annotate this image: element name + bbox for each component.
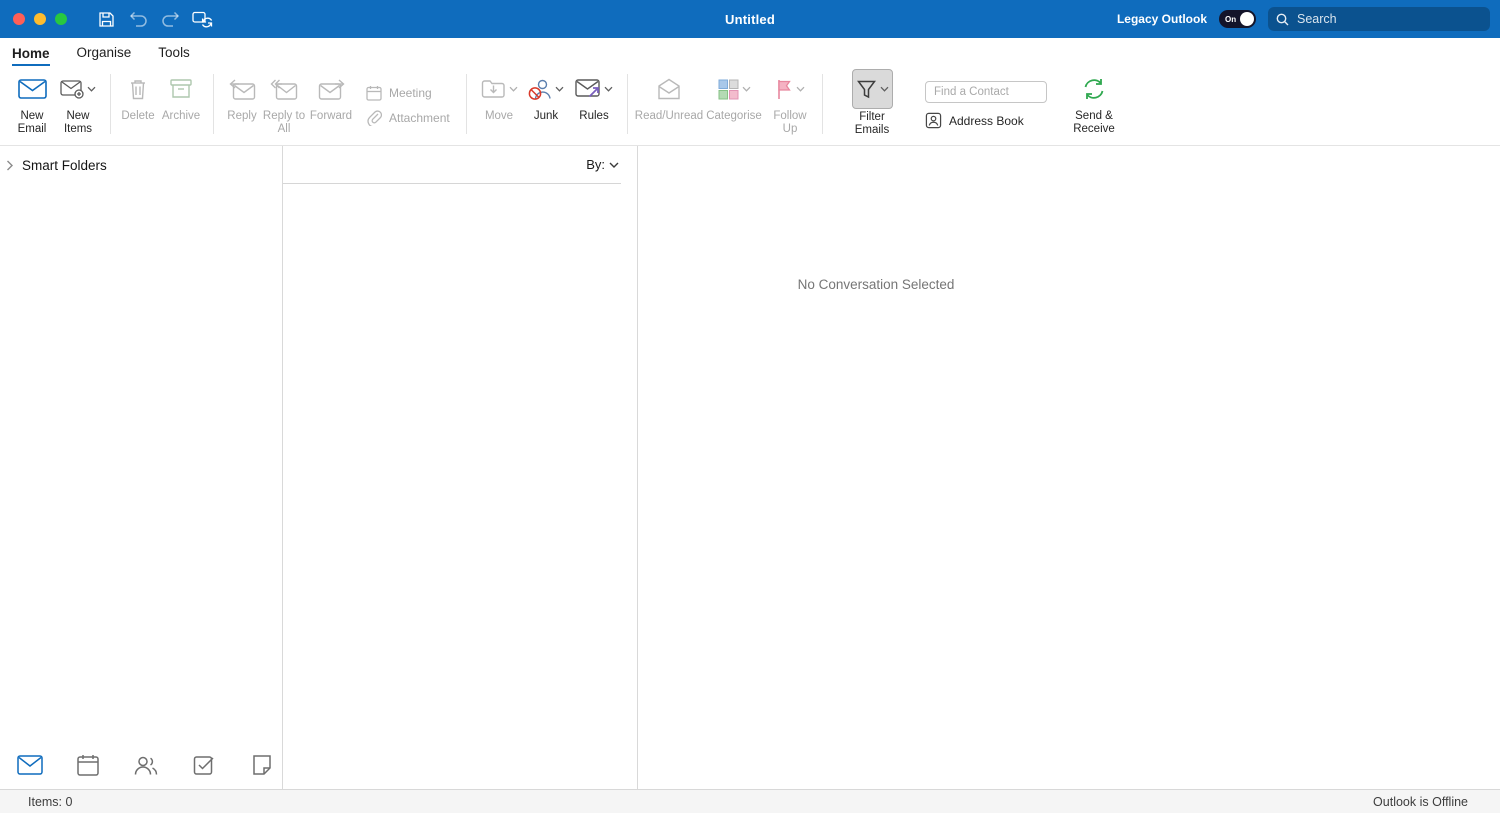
- tab-organise[interactable]: Organise: [77, 45, 132, 66]
- message-list-pane: By:: [283, 146, 637, 789]
- categorise-icon: [718, 79, 739, 100]
- rules-button[interactable]: Rules: [569, 70, 619, 123]
- items-count: Items: 0: [28, 794, 73, 809]
- chevron-right-icon[interactable]: [6, 160, 13, 171]
- titlebar: Untitled Legacy Outlook On: [0, 0, 1500, 38]
- move-icon: [481, 79, 506, 99]
- search-icon: [1276, 13, 1289, 26]
- send-receive-icon: [1081, 77, 1107, 101]
- find-contact-input[interactable]: [925, 81, 1047, 103]
- mail-icon[interactable]: [17, 753, 43, 777]
- meeting-button[interactable]: Meeting: [366, 85, 458, 101]
- delete-button[interactable]: Delete: [119, 70, 157, 123]
- chevron-down-icon: [609, 162, 619, 168]
- traffic-lights: [0, 13, 67, 25]
- archive-icon: [170, 79, 192, 99]
- toggle-knob: [1240, 12, 1254, 26]
- chevron-down-icon[interactable]: [742, 86, 751, 92]
- titlebar-right: Legacy Outlook On: [1117, 7, 1500, 31]
- reply-button[interactable]: Reply: [222, 70, 262, 123]
- reply-all-button[interactable]: Reply to All: [262, 70, 306, 136]
- follow-up-button[interactable]: Follow Up: [766, 70, 814, 136]
- tab-tools[interactable]: Tools: [158, 45, 190, 66]
- titlebar-quick-actions: [93, 6, 215, 32]
- status-bar: Items: 0 Outlook is Offline: [0, 789, 1500, 813]
- module-switcher: [17, 753, 275, 777]
- delete-icon: [129, 78, 147, 100]
- address-book-label: Address Book: [949, 113, 1024, 128]
- people-icon[interactable]: [133, 753, 159, 777]
- smart-folders-label: Smart Folders: [22, 158, 107, 173]
- zoom-button[interactable]: [55, 13, 67, 25]
- send-receive-button[interactable]: Send & Receive: [1065, 70, 1123, 136]
- meeting-label: Meeting: [389, 85, 432, 100]
- ribbon: New Email New Items Delete Archive Reply…: [0, 66, 1500, 145]
- redo-icon[interactable]: [157, 6, 183, 32]
- attachment-icon: [366, 109, 382, 126]
- tab-home[interactable]: Home: [12, 46, 50, 66]
- chevron-down-icon[interactable]: [509, 86, 518, 92]
- ribbon-separator: [213, 74, 214, 134]
- search-input[interactable]: [1295, 11, 1482, 27]
- chevron-down-icon[interactable]: [555, 86, 564, 92]
- outlook-window: Untitled Legacy Outlook On Home Organise…: [0, 0, 1500, 813]
- save-icon[interactable]: [93, 6, 119, 32]
- follow-up-icon: [775, 79, 793, 100]
- sort-by-label: By:: [586, 157, 605, 172]
- junk-icon: [528, 78, 552, 101]
- read-unread-button[interactable]: Read/Unread: [635, 70, 703, 123]
- sync-window-icon[interactable]: [189, 6, 215, 32]
- read-unread-icon: [657, 78, 681, 100]
- address-book-button[interactable]: Address Book: [925, 112, 1041, 129]
- undo-icon[interactable]: [125, 6, 151, 32]
- ribbon-separator: [822, 74, 823, 134]
- rules-icon: [575, 79, 601, 99]
- ribbon-separator: [110, 74, 111, 134]
- reading-pane: No Conversation Selected: [638, 146, 1500, 789]
- calendar-icon[interactable]: [75, 753, 101, 777]
- move-button[interactable]: Move: [475, 70, 523, 123]
- junk-button[interactable]: Junk: [523, 70, 569, 123]
- categorise-button[interactable]: Categorise: [702, 70, 766, 123]
- main-content: Smart Folders By: No Conversation Select…: [0, 145, 1500, 789]
- minimize-button[interactable]: [34, 13, 46, 25]
- address-book-icon: [925, 112, 942, 129]
- new-items-button[interactable]: New Items: [54, 70, 102, 136]
- ribbon-separator: [627, 74, 628, 134]
- new-items-icon: [60, 79, 84, 99]
- search-box[interactable]: [1268, 7, 1490, 31]
- new-email-icon: [17, 79, 47, 99]
- folder-sidebar: Smart Folders: [0, 146, 282, 789]
- meeting-icon: [366, 85, 382, 101]
- new-email-button[interactable]: New Email: [10, 70, 54, 136]
- tasks-icon[interactable]: [191, 753, 217, 777]
- chevron-down-icon[interactable]: [604, 86, 613, 92]
- sort-by-dropdown[interactable]: By:: [586, 157, 621, 172]
- no-conversation-text: No Conversation Selected: [797, 277, 955, 292]
- ribbon-tabs: Home Organise Tools: [0, 38, 1500, 66]
- ribbon-separator: [466, 74, 467, 134]
- close-button[interactable]: [13, 13, 25, 25]
- filter-emails-button[interactable]: Filter Emails: [845, 69, 899, 137]
- reply-icon: [228, 78, 256, 100]
- connection-status: Outlook is Offline: [1373, 794, 1468, 809]
- sidebar-item-smart-folders[interactable]: Smart Folders: [0, 146, 282, 173]
- forward-icon: [318, 78, 345, 100]
- attachment-button[interactable]: Attachment: [366, 109, 458, 126]
- message-list-header: By:: [283, 146, 621, 184]
- chevron-down-icon[interactable]: [880, 86, 889, 92]
- forward-button[interactable]: Forward: [306, 70, 356, 123]
- attachment-label: Attachment: [389, 110, 450, 125]
- legacy-outlook-toggle[interactable]: On: [1219, 10, 1256, 28]
- reply-all-icon: [270, 79, 298, 100]
- chevron-down-icon[interactable]: [796, 86, 805, 92]
- window-title: Untitled: [725, 11, 775, 27]
- archive-button[interactable]: Archive: [157, 70, 205, 123]
- filter-icon: [856, 79, 877, 100]
- legacy-outlook-label: Legacy Outlook: [1116, 12, 1207, 26]
- chevron-down-icon[interactable]: [87, 86, 96, 92]
- toggle-on-label: On: [1225, 14, 1237, 24]
- notes-icon[interactable]: [249, 753, 275, 777]
